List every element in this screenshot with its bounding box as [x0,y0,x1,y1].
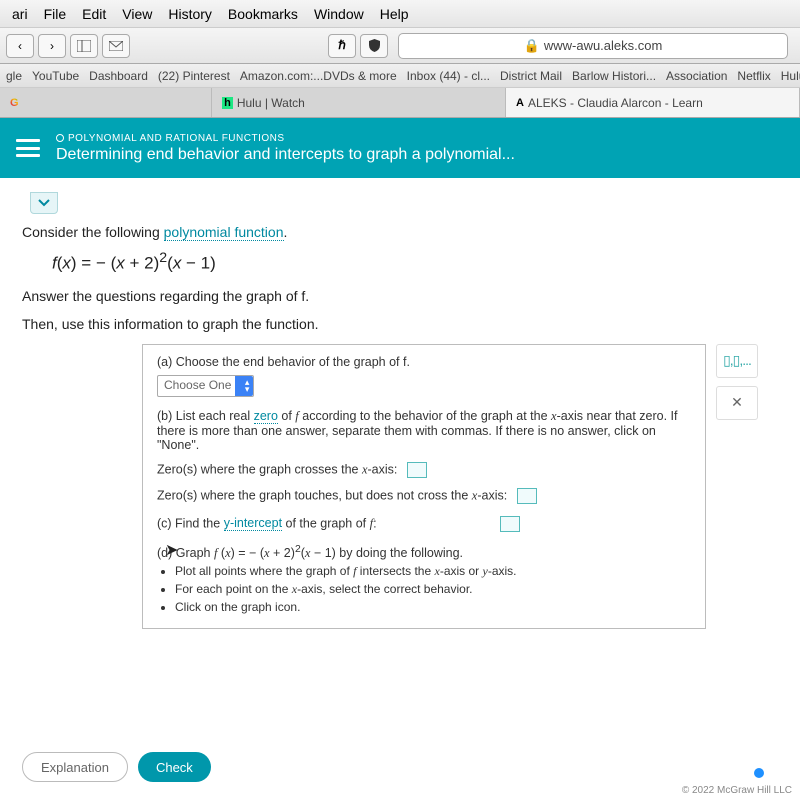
mouse-cursor-icon: ➤ [165,540,178,560]
hulu-shortcut-button[interactable]: ℏ [328,34,356,58]
bullet-icon [56,134,64,142]
prompt-line-1: Consider the following polynomial functi… [22,224,778,240]
tab-bar: G h Hulu | Watch A ALEKS - Claudia Alarc… [0,88,800,118]
menu-window[interactable]: Window [306,6,372,22]
browser-toolbar: ‹ › ℏ 🔒 www-awu.aleks.com [0,28,800,64]
question-area: Consider the following polynomial functi… [0,178,800,629]
bookmark-item[interactable]: Dashboard [89,69,148,83]
part-d: (d) Graph f (x) = − (x + 2)2(x − 1) by d… [157,544,691,614]
bookmark-item[interactable]: Barlow Histori... [572,69,656,83]
bookmark-item[interactable]: Association [666,69,727,83]
hulu-icon: h [222,97,233,109]
tab-hulu[interactable]: h Hulu | Watch [212,88,506,117]
bookmark-item[interactable]: YouTube [32,69,79,83]
tab-label: ALEKS - Claudia Alarcon - Learn [528,96,703,110]
instructions-2: Then, use this information to graph the … [22,316,778,332]
bookmark-item[interactable]: gle [6,69,22,83]
part-a: (a) Choose the end behavior of the graph… [157,355,691,397]
forward-button[interactable]: › [38,34,66,58]
close-tool-button[interactable]: ✕ [716,386,758,420]
bullet-2: For each point on the x-axis, select the… [175,582,691,597]
menu-history[interactable]: History [160,6,220,22]
lock-icon: 🔒 [524,38,540,54]
menu-bookmarks[interactable]: Bookmarks [220,6,306,22]
topic-header: POLYNOMIAL AND RATIONAL FUNCTIONS Determ… [0,118,800,178]
address-bar[interactable]: 🔒 www-awu.aleks.com [398,33,788,59]
part-b: (b) List each real zero of f according t… [157,409,691,504]
shield-button[interactable] [360,34,388,58]
answer-box: (a) Choose the end behavior of the graph… [142,344,706,629]
crosses-input[interactable] [407,462,427,478]
function-formula: f(x) = − (x + 2)2(x − 1) [52,250,778,274]
topic-title: Determining end behavior and intercepts … [56,146,515,164]
action-bar: Explanation Check [22,752,211,782]
menu-help[interactable]: Help [372,6,417,22]
explanation-button[interactable]: Explanation [22,752,128,782]
copyright-text: © 2022 McGraw Hill LLC [674,781,800,800]
keypad-icon: ▯,▯,... [723,352,751,369]
keypad-button[interactable]: ▯,▯,... [716,344,758,378]
tab-label: Hulu | Watch [237,96,305,110]
google-icon: G [10,97,19,109]
bookmark-item[interactable]: Hulu [781,69,800,83]
bullet-1: Plot all points where the graph of f int… [175,564,691,579]
instructions-1: Answer the questions regarding the graph… [22,288,778,304]
touches-label: Zero(s) where the graph touches, but doe… [157,488,507,502]
chevron-down-icon [38,199,50,207]
collapse-toggle[interactable] [30,192,58,214]
menu-edit[interactable]: Edit [74,6,114,22]
bookmark-item[interactable]: Netflix [737,69,770,83]
os-menu-bar: ari File Edit View History Bookmarks Win… [0,0,800,28]
y-intercept-input[interactable] [500,516,520,532]
page-content: POLYNOMIAL AND RATIONAL FUNCTIONS Determ… [0,118,800,800]
menu-file[interactable]: File [36,6,75,22]
mail-button[interactable] [102,34,130,58]
bookmark-item[interactable]: Inbox (44) - cl... [407,69,490,83]
aleks-icon: A [516,97,524,109]
url-text: www-awu.aleks.com [544,38,662,53]
bookmark-item[interactable]: Amazon.com:...DVDs & more [240,69,397,83]
polynomial-function-link[interactable]: polynomial function [164,224,284,241]
back-button[interactable]: ‹ [6,34,34,58]
plot-point-icon [754,768,764,778]
check-button[interactable]: Check [138,752,211,782]
touches-input[interactable] [517,488,537,504]
crosses-label: Zero(s) where the graph crosses the x-ax… [157,462,397,476]
bookmark-item[interactable]: District Mail [500,69,562,83]
tab-aleks[interactable]: A ALEKS - Claudia Alarcon - Learn [506,88,800,117]
app-name: ari [4,6,36,22]
y-intercept-link[interactable]: y-intercept [224,516,282,531]
sidebar-icon [77,40,91,52]
sidebar-button[interactable] [70,34,98,58]
bookmark-item[interactable]: (22) Pinterest [158,69,230,83]
menu-button[interactable] [16,139,40,157]
topic-category: POLYNOMIAL AND RATIONAL FUNCTIONS [56,133,515,144]
tool-column: ▯,▯,... ✕ [716,344,758,629]
envelope-icon [109,41,123,51]
bookmarks-bar: gle YouTube Dashboard (22) Pinterest Ama… [0,64,800,88]
tab-google[interactable]: G [0,88,212,117]
select-arrows-icon: ▴▾ [245,379,250,393]
end-behavior-select[interactable]: Choose One ▴▾ [157,375,254,397]
shield-icon [369,39,380,52]
bullet-3: Click on the graph icon. [175,600,691,614]
menu-view[interactable]: View [114,6,160,22]
zero-link[interactable]: zero [254,409,278,424]
part-c: (c) Find the y-intercept of the graph of… [157,516,691,532]
close-icon: ✕ [731,394,743,411]
